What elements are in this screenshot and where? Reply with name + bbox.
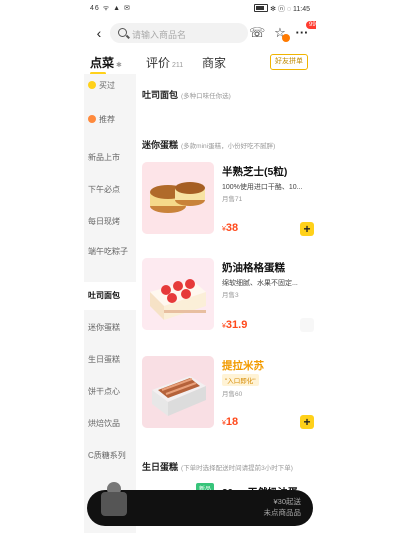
section-subtitle: (多种口味任你选) — [181, 93, 231, 100]
product-name[interactable]: 半熟芝士(5粒) — [222, 164, 287, 179]
product-image-tiramisu[interactable] — [142, 356, 214, 428]
sidebar-item-cookies[interactable]: 饼干点心 — [84, 386, 136, 402]
sidebar-item-toast[interactable]: 吐司面包 — [84, 282, 136, 310]
sidebar-item-label: 饼干点心 — [88, 387, 120, 396]
product-price: ¥18 — [222, 416, 238, 428]
section-title-text: 吐司面包 — [142, 90, 179, 100]
sidebar-item-label: 吐司面包 — [88, 291, 120, 300]
phone-screen: 46 ᯤ ▲ ✉ ✻ ⓝ ◌ 11:45 ‹ 请输入商品名 ☏ ☆ ··· 99… — [84, 0, 316, 533]
status-right: ✻ ⓝ ◌ 11:45 — [254, 4, 310, 14]
sidebar-item-recommend[interactable]: 推荐 — [84, 114, 136, 130]
bought-icon — [88, 81, 96, 89]
back-icon[interactable]: ‹ — [90, 24, 108, 42]
product-sold: 月售60 — [222, 391, 243, 398]
sidebar-item-mini-cake[interactable]: 迷你蛋糕 — [84, 322, 136, 338]
product-price: ¥31.9 — [222, 319, 247, 331]
min-order-subtext: 未点商品品 — [263, 508, 302, 517]
tab-bar: 点菜 ✱ 评价 211 商家 好友拼单 — [84, 48, 316, 75]
search-input[interactable]: 请输入商品名 — [110, 23, 248, 43]
cart-bag — [101, 492, 127, 516]
section-subtitle: (多款mini蛋糕，小份好吃不腻胖) — [181, 143, 276, 150]
tab-merchant-label: 商家 — [202, 56, 227, 70]
add-to-cart-button[interactable] — [300, 318, 314, 332]
sidebar-item-label: 下午必点 — [88, 185, 120, 194]
tab-reviews-count: 211 — [172, 62, 184, 69]
product-desc: 绵软细腻、水果不固定... — [222, 280, 298, 287]
sidebar-item-label: 烘焙饮品 — [88, 419, 120, 428]
more-badge: 99+ — [306, 21, 316, 29]
category-sidebar: 买过 推荐 新品上市 下午必点 每日现烤 端午吃粽子 吐司面包 迷你蛋糕 生日蛋… — [84, 74, 136, 533]
sidebar-item-bought[interactable]: 买过 — [84, 80, 136, 96]
sidebar-item-label: 新品上市 — [88, 153, 120, 162]
tab-order-count: ✱ — [116, 62, 122, 69]
favorite-badge — [282, 34, 290, 42]
product-name[interactable]: 提拉米苏 — [222, 358, 264, 373]
product-image-cream-cake[interactable] — [142, 258, 214, 330]
tab-order-label: 点菜 — [90, 56, 115, 70]
status-time: ✻ ⓝ ◌ 11:45 — [270, 6, 310, 13]
sidebar-item-birthday-cake[interactable]: 生日蛋糕 — [84, 354, 136, 370]
tab-reviews-label: 评价 — [146, 56, 171, 70]
sidebar-item-label: 每日现烤 — [88, 217, 120, 226]
group-order-button[interactable]: 好友拼单 — [270, 54, 308, 70]
product-list: 吐司面包 (多种口味任你选) 迷你蛋糕 (多款mini蛋糕，小份好吃不腻胖) 半熟芝… — [140, 74, 316, 533]
customer-service-icon[interactable]: ☏ — [249, 25, 265, 41]
search-placeholder: 请输入商品名 — [132, 30, 187, 40]
section-subtitle: (下单时选择配送时间请提前3小时下单) — [181, 465, 293, 472]
sidebar-item-label: 生日蛋糕 — [88, 355, 120, 364]
section-title-text: 生日蛋糕 — [142, 462, 179, 472]
section-title-toast: 吐司面包 (多种口味任你选) — [142, 88, 231, 101]
price-value: 31.9 — [225, 319, 248, 331]
add-to-cart-button[interactable]: + — [300, 415, 314, 429]
add-to-cart-button[interactable]: + — [300, 222, 314, 236]
product-price: ¥38 — [222, 222, 238, 234]
sidebar-item-daily-baked[interactable]: 每日现烤 — [84, 216, 136, 232]
section-title-text: 迷你蛋糕 — [142, 140, 179, 150]
battery-icon — [254, 4, 269, 12]
search-icon — [118, 28, 127, 37]
sidebar-item-drinks[interactable]: 烘焙饮品 — [84, 418, 136, 434]
tab-reviews[interactable]: 评价 211 — [146, 54, 183, 71]
product-name[interactable]: 奶油格格蛋糕 — [222, 260, 285, 275]
min-order-text: ¥30起送 — [273, 497, 301, 506]
recommend-icon — [88, 115, 96, 123]
section-title-birthday: 生日蛋糕 (下单时选择配送时间请提前3小时下单) — [142, 460, 293, 473]
price-value: 38 — [225, 222, 239, 234]
checkout-bar[interactable]: ¥30起送 未点商品品 — [87, 482, 313, 526]
sidebar-item-afternoon[interactable]: 下午必点 — [84, 184, 136, 200]
top-bar: ‹ 请输入商品名 ☏ ☆ ··· 99+ — [84, 20, 316, 48]
min-order-info: ¥30起送 未点商品品 — [264, 496, 302, 518]
sidebar-item-label: 推荐 — [99, 115, 115, 124]
sidebar-item-label: C质糖系列 — [88, 451, 126, 460]
sidebar-item-label: 买过 — [99, 81, 115, 90]
product-sold: 月售71 — [222, 196, 243, 203]
sidebar-item-label: 迷你蛋糕 — [88, 323, 120, 332]
section-title-mini-cake: 迷你蛋糕 (多款mini蛋糕，小份好吃不腻胖) — [142, 138, 275, 151]
sidebar-item-label: 端午吃粽子 — [88, 247, 128, 256]
product-image-cheese[interactable] — [142, 162, 214, 234]
price-value: 18 — [225, 416, 239, 428]
sidebar-item-dragon-boat[interactable]: 端午吃粽子 — [84, 246, 136, 270]
product-desc: 100%使用进口干酪、10... — [222, 184, 303, 191]
sidebar-item-new[interactable]: 新品上市 — [84, 152, 136, 168]
status-left: 46 ᯤ ▲ ✉ — [90, 5, 131, 12]
tab-order[interactable]: 点菜 ✱ — [90, 54, 122, 71]
status-bar: 46 ᯤ ▲ ✉ ✻ ⓝ ◌ 11:45 — [84, 0, 316, 18]
cart-icon[interactable] — [97, 482, 131, 522]
product-sold: 月售3 — [222, 292, 239, 299]
product-tag: "入口即化" — [222, 374, 259, 386]
tab-merchant[interactable]: 商家 — [202, 54, 226, 71]
sidebar-item-sugar-series[interactable]: C质糖系列 — [84, 450, 136, 466]
